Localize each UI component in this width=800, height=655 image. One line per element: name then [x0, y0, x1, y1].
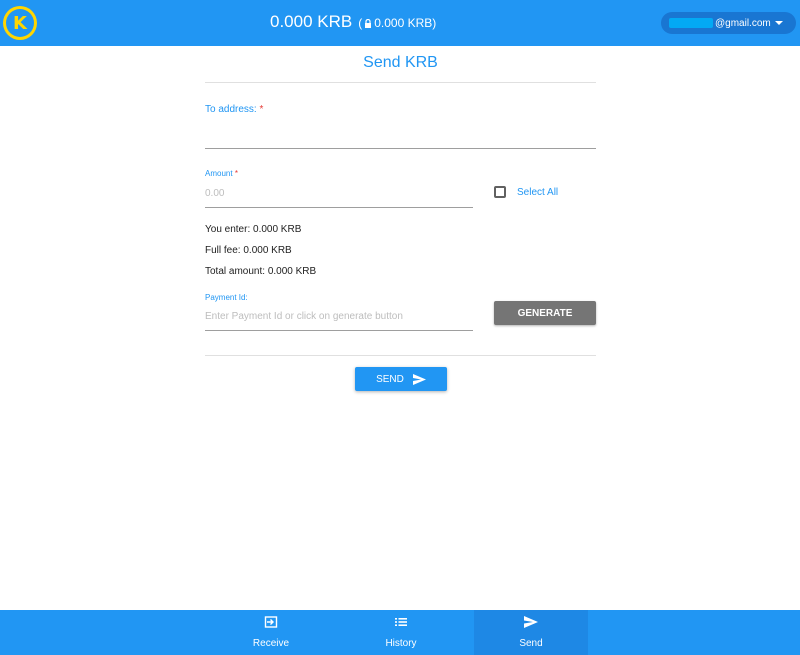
- lock-icon: [365, 18, 372, 28]
- to-address-input[interactable]: [205, 124, 596, 146]
- generate-button[interactable]: GENERATE: [494, 301, 596, 325]
- amount-label: Amount *: [205, 169, 238, 178]
- list-icon: [395, 618, 407, 626]
- receive-icon: [264, 616, 278, 628]
- nav-send[interactable]: Send: [474, 610, 588, 655]
- select-all-label: Select All: [517, 186, 559, 198]
- account-menu[interactable]: @gmail.com: [661, 12, 796, 34]
- redacted-email-prefix: [669, 18, 713, 28]
- nav-send-label: Send: [519, 638, 543, 649]
- payment-id-underline: [205, 330, 473, 331]
- nav-history-label: History: [385, 638, 417, 649]
- select-all-checkbox[interactable]: [494, 186, 506, 198]
- to-address-label-text: To address:: [205, 104, 257, 115]
- generate-button-label: GENERATE: [517, 307, 573, 319]
- logo-letter: K: [6, 9, 34, 37]
- karbo-logo[interactable]: K: [3, 6, 37, 40]
- nav-history[interactable]: History: [344, 610, 458, 655]
- form-divider: [205, 355, 596, 356]
- nav-receive-label: Receive: [252, 638, 290, 649]
- chevron-down-icon: [775, 21, 783, 25]
- amount-input[interactable]: [205, 185, 473, 201]
- locked-balance: ( 0.000 KRB): [358, 16, 437, 30]
- payment-id-input[interactable]: [205, 308, 473, 324]
- page-title: Send KRB: [363, 54, 438, 71]
- balance-display: 0.000 KRB ( 0.000 KRB): [270, 12, 436, 34]
- send-icon: [412, 373, 426, 385]
- full-fee-text: Full fee: 0.000 KRB: [205, 245, 292, 256]
- select-all-toggle[interactable]: Select All: [494, 186, 558, 198]
- account-email: @gmail.com: [715, 17, 771, 29]
- nav-receive[interactable]: Receive: [214, 610, 328, 655]
- send-icon: [524, 616, 538, 628]
- send-button-label: SEND: [376, 373, 404, 385]
- amount-label-text: Amount: [205, 169, 233, 178]
- app-root: K 0.000 KRB ( 0.000 KRB) @gmail.com Send…: [0, 0, 800, 655]
- top-app-bar: K 0.000 KRB ( 0.000 KRB) @gmail.com: [0, 0, 800, 46]
- payment-id-label: Payment Id:: [205, 293, 248, 302]
- to-address-underline: [205, 148, 596, 149]
- you-enter-text: You enter: 0.000 KRB: [205, 224, 302, 235]
- title-divider: [205, 82, 596, 83]
- balance-amount: 0.000 KRB: [270, 12, 353, 31]
- bottom-navigation: Receive History Send: [0, 610, 800, 655]
- locked-balance-amount: 0.000 KRB: [374, 16, 433, 30]
- amount-underline: [205, 207, 473, 208]
- required-marker: *: [259, 104, 264, 115]
- total-amount-text: Total amount: 0.000 KRB: [205, 266, 317, 277]
- send-button[interactable]: SEND: [355, 367, 447, 391]
- required-marker: *: [234, 169, 238, 178]
- to-address-label: To address: *: [205, 104, 263, 115]
